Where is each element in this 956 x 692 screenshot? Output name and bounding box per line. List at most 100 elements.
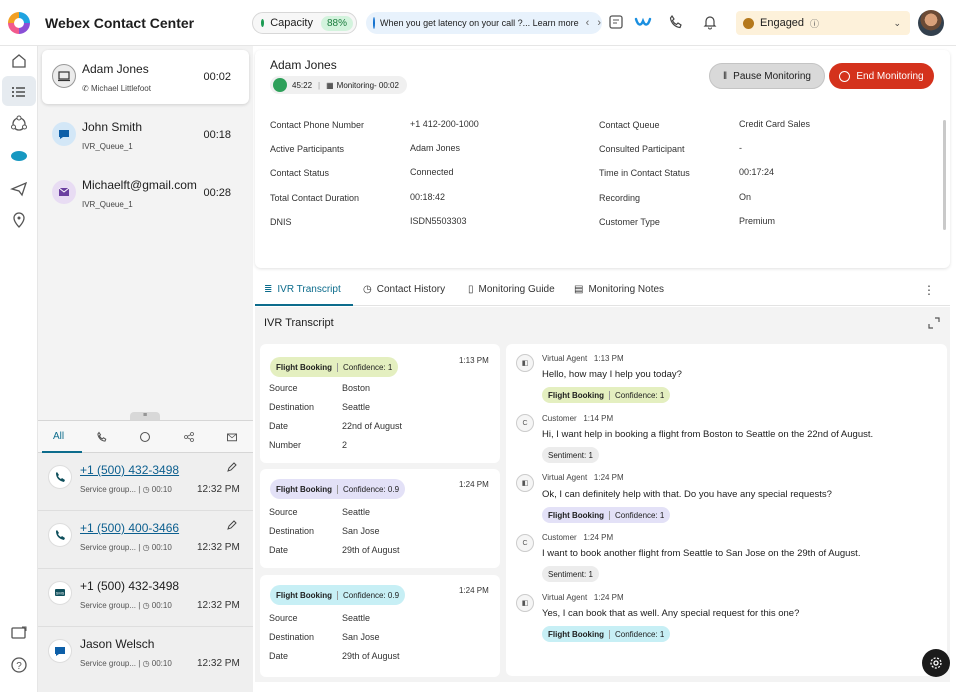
transcript-lines-icon: ≣ bbox=[264, 284, 273, 295]
settings-gear-button[interactable] bbox=[922, 649, 950, 677]
small-phone-icon: ✆ bbox=[82, 84, 91, 93]
slot-value: Boston bbox=[342, 383, 371, 393]
history-tab-all[interactable]: All bbox=[53, 431, 64, 445]
webex-app-icon[interactable] bbox=[634, 14, 652, 32]
history-row[interactable]: Jason Welsch Service group... | ◷ 00:10 … bbox=[38, 627, 253, 685]
clock-icon: ◷ bbox=[142, 659, 150, 668]
slot-value: 29th of August bbox=[342, 651, 400, 661]
history-row[interactable]: SMS +1 (500) 432-3498 Service group... |… bbox=[38, 569, 253, 627]
contact-card-email[interactable]: Michaelft@gmail.com IVR_Queue_1 00:28 bbox=[42, 166, 249, 220]
slot-label: Source bbox=[269, 613, 298, 623]
speaker: Virtual Agent 1:24 PM bbox=[542, 593, 624, 602]
phone-icon bbox=[48, 523, 72, 547]
message-text: Yes, I can book that as well. Any specia… bbox=[542, 608, 800, 619]
clock-icon: ◷ bbox=[142, 485, 150, 494]
bell-icon[interactable] bbox=[702, 14, 720, 32]
edit-pencil-icon[interactable] bbox=[226, 519, 238, 531]
history-number: Jason Welsch bbox=[80, 637, 155, 651]
chevron-left-icon[interactable]: ‹ bbox=[586, 17, 590, 29]
slot-value: 29th of August bbox=[342, 545, 400, 555]
slot-label: Number bbox=[269, 440, 302, 450]
sentiment-tag: Sentiment: 1 bbox=[542, 447, 599, 463]
slot-value: Seattle bbox=[342, 507, 371, 517]
resize-handle[interactable]: ≡ bbox=[130, 412, 160, 420]
intent-tag: Flight Booking Confidence: 0.9 bbox=[270, 585, 406, 605]
webex-logo bbox=[8, 12, 30, 34]
history-row[interactable]: +1 (500) 432-3498 Service group... | ◷ 0… bbox=[38, 453, 253, 511]
field-label: Contact Phone Number bbox=[270, 120, 365, 130]
history-meta: Service group... | ◷ 00:10 bbox=[80, 601, 172, 610]
field-label: Consulted Participant bbox=[599, 144, 685, 154]
history-number: +1 (500) 432-3498 bbox=[80, 579, 180, 593]
tab-ivr-transcript[interactable]: ≣ IVR Transcript bbox=[264, 284, 341, 295]
expand-icon[interactable] bbox=[928, 317, 940, 329]
engaged-status-icon bbox=[743, 17, 754, 29]
pause-monitoring-button[interactable]: ‖ Pause Monitoring bbox=[709, 63, 825, 89]
detail-contact-name: Adam Jones bbox=[270, 58, 337, 72]
home-icon[interactable] bbox=[10, 52, 28, 70]
history-time: 12:32 PM bbox=[197, 600, 240, 611]
history-row[interactable]: +1 (500) 400-3466 Service group... | ◷ 0… bbox=[38, 511, 253, 569]
history-time: 12:32 PM bbox=[197, 484, 240, 495]
call-status-pill: 45:22 | ▦ Monitoring- 00:02 bbox=[270, 76, 407, 94]
tab-monitoring-guide[interactable]: ▯ Monitoring Guide bbox=[468, 284, 555, 295]
help-icon[interactable]: ? bbox=[10, 656, 28, 674]
tab-contact-history[interactable]: ◷ Contact History bbox=[363, 284, 445, 295]
intent-tag: Flight Booking Confidence: 1 bbox=[542, 507, 671, 523]
more-options-icon[interactable]: ⋮ bbox=[923, 283, 935, 297]
agent-state-dropdown[interactable]: Engaged ⓘ ⌄ bbox=[736, 11, 910, 35]
history-tab-calls-icon[interactable] bbox=[96, 431, 112, 445]
contact-card-adam-jones[interactable]: Adam Jones ✆ Michael Littlefoot 00:02 bbox=[42, 50, 249, 104]
contact-name: Adam Jones bbox=[82, 62, 149, 76]
contact-sub: IVR_Queue_1 bbox=[82, 200, 133, 209]
history-tab-chat-icon[interactable] bbox=[139, 431, 155, 445]
book-icon: ▯ bbox=[468, 284, 474, 295]
ivr-transcript-panel: IVR Transcript Flight Booking Confidence:… bbox=[255, 307, 950, 682]
bot-icon: ◧ bbox=[516, 354, 534, 372]
salesforce-icon[interactable] bbox=[10, 147, 28, 165]
banner-text: When you get latency on your call ?... L… bbox=[380, 18, 579, 28]
intent-tag: Flight Booking Confidence: 1 bbox=[542, 387, 671, 403]
chat-widget-icon[interactable] bbox=[10, 624, 28, 642]
end-monitoring-button[interactable]: End Monitoring bbox=[829, 63, 934, 89]
speaker: Customer 1:24 PM bbox=[542, 533, 614, 542]
bot-icon: ◧ bbox=[516, 474, 534, 492]
slot-value: Seattle bbox=[342, 613, 371, 623]
contact-list: Adam Jones ✆ Michael Littlefoot 00:02 Jo… bbox=[38, 46, 253, 420]
field-value: ISDN5503303 bbox=[410, 216, 467, 226]
message-text: Ok, I can definitely help with that. Do … bbox=[542, 489, 832, 500]
status-dot-icon bbox=[261, 19, 265, 27]
cycle-icon[interactable] bbox=[10, 115, 28, 133]
chevron-right-icon[interactable]: › bbox=[597, 17, 601, 29]
intent-time: 1:24 PM bbox=[459, 480, 489, 489]
tab-monitoring-notes[interactable]: ▤ Monitoring Notes bbox=[574, 284, 664, 295]
contact-card-john-smith[interactable]: John Smith IVR_Queue_1 00:18 bbox=[42, 108, 249, 162]
latency-banner[interactable]: When you get latency on your call ?... L… bbox=[366, 12, 602, 34]
chat-bubble-icon bbox=[52, 122, 76, 146]
svg-text:SMS: SMS bbox=[56, 591, 65, 596]
history-time: 12:32 PM bbox=[197, 658, 240, 669]
capacity-pill[interactable]: Capacity 88% bbox=[252, 12, 357, 34]
notes-icon[interactable] bbox=[608, 14, 626, 32]
list-icon[interactable] bbox=[10, 83, 28, 101]
field-value: 00:17:24 bbox=[739, 167, 775, 177]
left-nav-rail: ? bbox=[0, 46, 38, 692]
intent-card: Flight Booking Confidence: 0.9 1:24 PM So… bbox=[260, 469, 500, 568]
user-avatar[interactable] bbox=[918, 10, 944, 36]
aux-tabs: ≣ IVR Transcript ◷ Contact History ▯ Monito… bbox=[255, 278, 950, 306]
pause-icon: ‖ bbox=[723, 70, 728, 82]
history-number[interactable]: +1 (500) 400-3466 bbox=[80, 521, 179, 535]
history-number[interactable]: +1 (500) 432-3498 bbox=[80, 463, 179, 477]
detail-scrollbar[interactable] bbox=[943, 120, 946, 230]
customer-icon: C bbox=[516, 414, 534, 432]
airplane-icon[interactable] bbox=[10, 179, 28, 197]
capacity-value: 88% bbox=[320, 15, 353, 31]
history-tab-social-icon[interactable] bbox=[183, 431, 199, 445]
history-tab-email-icon[interactable] bbox=[226, 431, 242, 445]
phone-icon[interactable] bbox=[668, 14, 686, 32]
location-pin-icon[interactable] bbox=[10, 211, 28, 229]
history-meta: Service group... | ◷ 00:10 bbox=[80, 543, 172, 552]
edit-pencil-icon[interactable] bbox=[226, 461, 238, 473]
contact-timer: 00:28 bbox=[203, 187, 231, 199]
contact-detail-panel: Adam Jones 45:22 | ▦ Monitoring- 00:02 ‖… bbox=[255, 50, 950, 268]
